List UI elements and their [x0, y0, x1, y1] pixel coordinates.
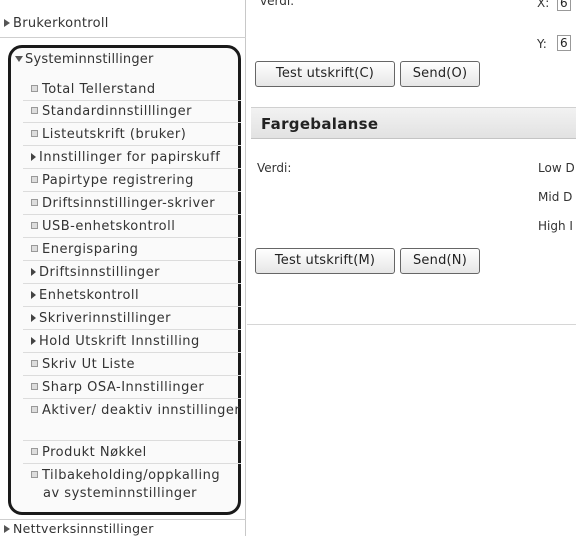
item-label: Energisparing	[42, 242, 139, 257]
item-label: Total Tellerstand	[42, 82, 156, 97]
item-label: Hold Utskrift Innstilling	[39, 334, 200, 349]
sidebar-item-energisparing[interactable]: Energisparing	[31, 241, 241, 259]
separator	[23, 306, 241, 307]
x-value-field[interactable]: 6	[557, 0, 571, 11]
separator	[23, 260, 241, 261]
item-label: Skriv Ut Liste	[42, 357, 136, 372]
page-icon	[31, 471, 38, 478]
page-icon	[31, 360, 38, 367]
expand-arrow-icon	[31, 337, 36, 345]
sidebar-item-nettverksinnstillinger[interactable]: Nettverksinnstillinger	[0, 519, 246, 536]
sidebar-item-driftsinnstillinger[interactable]: Driftsinnstillinger	[31, 264, 241, 282]
sidebar-item-skriv-ut-liste[interactable]: Skriv Ut Liste	[31, 356, 241, 374]
separator	[23, 214, 241, 215]
sidebar-item-label: Nettverksinnstillinger	[13, 521, 154, 536]
separator	[23, 375, 241, 376]
y-value: 6	[560, 36, 568, 50]
sidebar-item-tilbakeholding[interactable]: Tilbakeholding/oppkalling av systeminnst…	[31, 467, 241, 503]
page-icon	[31, 448, 38, 455]
sidebar-item-brukerkontroll[interactable]: Brukerkontroll	[0, 4, 246, 38]
item-label: Enhetskontroll	[39, 288, 140, 303]
separator	[23, 283, 241, 284]
send-button-o[interactable]: Send(O)	[400, 61, 480, 87]
item-label: Listeutskrift (bruker)	[42, 127, 187, 142]
item-label: Skriverinnstillinger	[39, 311, 172, 326]
collapse-arrow-icon	[15, 56, 23, 62]
separator	[23, 237, 241, 238]
separator	[23, 463, 241, 464]
page-icon	[31, 176, 38, 183]
expand-arrow-icon	[31, 291, 36, 299]
x-label: X:	[537, 0, 550, 10]
test-print-button-m[interactable]: Test utskrift(M)	[255, 248, 395, 274]
main-content: verdi: X: 6 Y: 6 Test utskrift(C) Send(O…	[247, 0, 576, 536]
group-title: Systeminnstillinger	[25, 52, 154, 67]
expand-arrow-icon	[31, 153, 36, 161]
sidebar-item-standardinnstillinger[interactable]: Standardinnstilllinger	[31, 103, 241, 121]
item-label: Standardinnstilllinger	[42, 104, 192, 119]
sidebar-item-skriverinnstillinger[interactable]: Skriverinnstillinger	[31, 310, 241, 328]
separator	[23, 122, 241, 123]
value-label: Verdi:	[257, 161, 292, 175]
sidebar-item-driftsinnstillinger-skriver[interactable]: Driftsinnstillinger-skriver	[31, 195, 241, 213]
sidebar-item-enhetskontroll[interactable]: Enhetskontroll	[31, 287, 241, 305]
sidebar: Brukerkontroll Systeminnstillinger Total…	[0, 0, 246, 536]
sidebar-item-total-tellerstand[interactable]: Total Tellerstand	[31, 81, 241, 99]
sidebar-item-listeutskrift[interactable]: Listeutskrift (bruker)	[31, 126, 241, 144]
item-label: Produkt Nøkkel	[42, 445, 147, 460]
item-label: Driftsinnstillinger-skriver	[42, 196, 216, 211]
send-button-n[interactable]: Send(N)	[400, 248, 480, 274]
page-icon	[31, 383, 38, 390]
page-icon	[31, 406, 38, 413]
expand-arrow-icon	[4, 525, 10, 533]
page-icon	[31, 107, 38, 114]
separator	[23, 440, 241, 441]
section-header: Fargebalanse	[251, 107, 576, 139]
item-label: Innstillinger for papirskuff	[39, 150, 221, 165]
sidebar-item-label: Brukerkontroll	[13, 16, 109, 31]
sidebar-item-papirskuff[interactable]: Innstillinger for papirskuff	[31, 149, 241, 167]
separator	[23, 145, 241, 146]
separator	[23, 191, 241, 192]
y-value-field[interactable]: 6	[557, 35, 571, 51]
page-icon	[31, 199, 38, 206]
sidebar-group-header[interactable]: Systeminnstillinger	[15, 52, 154, 67]
value-label-top: verdi:	[260, 0, 295, 8]
divider	[247, 324, 576, 325]
separator	[23, 352, 241, 353]
sidebar-item-papirtype[interactable]: Papirtype registrering	[31, 172, 241, 190]
section-title: Fargebalanse	[261, 115, 379, 133]
y-label: Y:	[537, 37, 547, 51]
sidebar-item-hold-utskrift[interactable]: Hold Utskrift Innstilling	[31, 333, 241, 351]
systeminnstillinger-group: Systeminnstillinger Total Tellerstand St…	[8, 45, 241, 515]
sidebar-item-usb-enhetskontroll[interactable]: USB-enhetskontroll	[31, 218, 241, 236]
sidebar-item-aktiver-deaktiv[interactable]: Aktiver/ deaktiv innstillinger	[31, 402, 241, 420]
separator	[23, 100, 241, 101]
expand-arrow-icon	[31, 268, 36, 276]
sidebar-item-produkt-nokkel[interactable]: Produkt Nøkkel	[31, 444, 241, 462]
separator	[23, 168, 241, 169]
test-print-button-c[interactable]: Test utskrift(C)	[255, 61, 395, 87]
page-icon	[31, 222, 38, 229]
page-icon	[31, 85, 38, 92]
item-label: Driftsinnstillinger	[39, 265, 160, 280]
item-label: Sharp OSA-Innstillinger	[42, 380, 205, 395]
page-icon	[31, 245, 38, 252]
level-high: High I	[538, 219, 573, 233]
level-low: Low D	[538, 161, 575, 175]
expand-arrow-icon	[4, 19, 10, 27]
item-label: Papirtype registrering	[42, 173, 194, 188]
level-mid: Mid D	[538, 190, 573, 204]
expand-arrow-icon	[31, 314, 36, 322]
sidebar-item-sharp-osa[interactable]: Sharp OSA-Innstillinger	[31, 379, 241, 397]
x-value: 6	[560, 0, 568, 10]
separator	[23, 398, 241, 399]
item-label: Aktiver/ deaktiv innstillinger	[42, 403, 241, 418]
item-label: Tilbakeholding/oppkalling av systeminnst…	[42, 468, 221, 501]
separator	[23, 329, 241, 330]
item-label: USB-enhetskontroll	[42, 219, 176, 234]
page-icon	[31, 130, 38, 137]
